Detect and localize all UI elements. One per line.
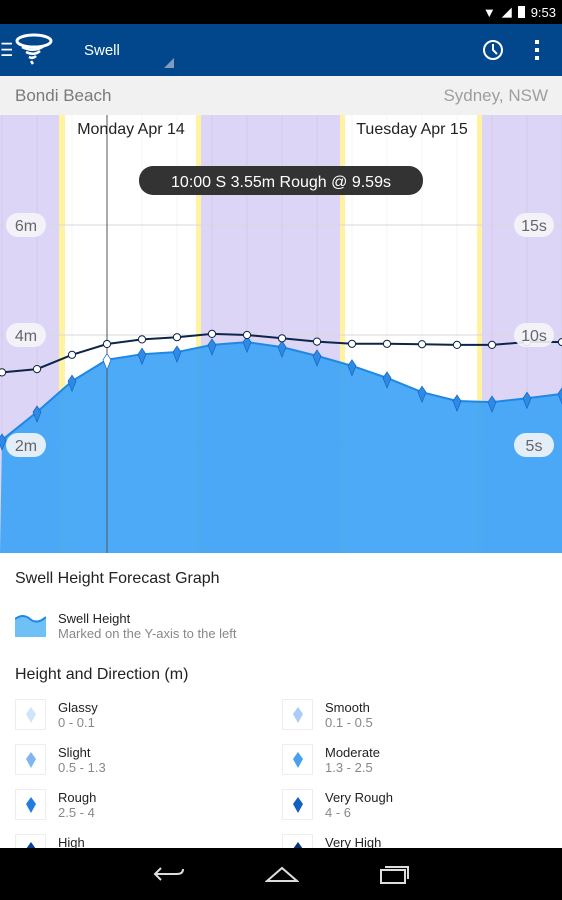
legend-item-range: 0 - 0.1 bbox=[58, 715, 95, 730]
legend-item-name: Smooth bbox=[325, 700, 370, 715]
period-point bbox=[452, 340, 462, 349]
period-point bbox=[32, 365, 42, 374]
day-label: Tuesday Apr 15 bbox=[356, 121, 468, 138]
tooltip-text: 10:00 S 3.55m Rough @ 9.59s bbox=[171, 174, 391, 191]
legend-item: Smooth 0.1 - 0.5 bbox=[282, 699, 373, 730]
legend-item: Glassy 0 - 0.1 bbox=[15, 699, 98, 730]
direction-marker-icon bbox=[15, 834, 46, 848]
period-point bbox=[207, 329, 217, 338]
swell-height-legend: Swell Height Marked on the Y-axis to the … bbox=[15, 611, 237, 641]
overflow-menu-icon[interactable] bbox=[534, 39, 540, 61]
direction-marker-icon bbox=[282, 744, 313, 775]
menu-icon[interactable]: ☰ bbox=[0, 40, 12, 61]
swell-height-label: Swell Height bbox=[58, 611, 131, 626]
legend-item-name: High bbox=[58, 835, 85, 848]
legend-item-range: 0.1 - 0.5 bbox=[325, 715, 373, 730]
region-name: Sydney, NSW bbox=[443, 85, 548, 105]
swell-area-icon bbox=[15, 615, 46, 637]
legend-item-range: 0.5 - 1.3 bbox=[58, 760, 106, 775]
legend-item: Moderate 1.3 - 2.5 bbox=[282, 744, 380, 775]
right-axis-tick: 15s bbox=[521, 218, 547, 235]
period-point bbox=[67, 350, 77, 359]
period-point bbox=[172, 333, 182, 342]
direction-marker-icon bbox=[282, 699, 313, 730]
view-selector[interactable]: Swell bbox=[84, 42, 120, 59]
height-direction-title: Height and Direction (m) bbox=[15, 666, 189, 683]
legend-item: High bbox=[15, 834, 85, 848]
legend-item-name: Very Rough bbox=[325, 790, 393, 805]
legend-item: Slight 0.5 - 1.3 bbox=[15, 744, 106, 775]
status-bar: ▼ ◢ 9:53 bbox=[0, 0, 562, 24]
legend-item-name: Very High bbox=[325, 835, 382, 848]
back-icon[interactable] bbox=[153, 865, 185, 883]
period-point bbox=[487, 340, 497, 349]
clock-icon[interactable] bbox=[482, 39, 504, 61]
legend-title: Swell Height Forecast Graph bbox=[15, 570, 220, 587]
left-axis-tick: 2m bbox=[15, 438, 37, 455]
direction-marker-icon bbox=[15, 744, 46, 775]
beach-name: Bondi Beach bbox=[15, 85, 112, 105]
legend-item: Rough 2.5 - 4 bbox=[15, 789, 96, 820]
wifi-icon: ▼ bbox=[482, 4, 496, 20]
app-bar: ☰ Swell bbox=[0, 24, 562, 76]
legend-item-name: Rough bbox=[58, 790, 97, 805]
period-point bbox=[0, 368, 7, 377]
period-point bbox=[382, 339, 392, 348]
direction-marker-icon bbox=[282, 789, 313, 820]
period-point bbox=[557, 337, 562, 347]
right-axis-tick: 10s bbox=[521, 328, 547, 345]
direction-marker-icon bbox=[282, 834, 313, 848]
legend-item-range: 1.3 - 2.5 bbox=[325, 760, 373, 775]
day-label: Monday Apr 14 bbox=[77, 121, 185, 138]
legend-item: Very High bbox=[282, 834, 381, 848]
app-logo-icon[interactable] bbox=[14, 33, 54, 67]
period-point bbox=[277, 334, 287, 343]
left-axis-tick: 4m bbox=[15, 328, 37, 345]
navigation-bar bbox=[0, 848, 562, 900]
swell-height-desc: Marked on the Y-axis to the left bbox=[58, 626, 237, 641]
signal-icon: ◢ bbox=[501, 4, 512, 19]
period-point bbox=[347, 339, 357, 348]
location-bar: Bondi Beach Sydney, NSW bbox=[0, 76, 562, 115]
legend-item-range: 2.5 - 4 bbox=[58, 805, 95, 820]
right-axis-tick: 5s bbox=[526, 438, 543, 455]
period-point bbox=[242, 330, 252, 340]
left-axis-tick: 6m bbox=[15, 218, 37, 235]
direction-marker-icon bbox=[15, 789, 46, 820]
home-icon[interactable] bbox=[265, 865, 299, 883]
swell-chart[interactable]: 2m 4m 6m 5s 10s 15s Monday Apr 14 Tuesday Apr 1… bbox=[0, 115, 562, 553]
legend-item-name: Slight bbox=[58, 745, 91, 760]
legend-item-name: Moderate bbox=[325, 745, 380, 760]
legend-item-name: Glassy bbox=[58, 700, 98, 715]
recents-icon[interactable] bbox=[379, 863, 409, 885]
period-point bbox=[417, 340, 427, 349]
period-point bbox=[312, 337, 322, 346]
direction-marker-icon bbox=[15, 699, 46, 730]
legend-item: Very Rough 4 - 6 bbox=[282, 789, 393, 820]
dropdown-indicator-icon[interactable] bbox=[164, 58, 174, 68]
clock-time: 9:53 bbox=[530, 4, 556, 20]
legend-panel: Swell Height Forecast Graph Swell Height… bbox=[0, 553, 562, 848]
legend-item-range: 4 - 6 bbox=[325, 805, 352, 820]
period-point bbox=[102, 339, 112, 349]
period-point bbox=[137, 335, 147, 344]
battery-icon bbox=[517, 6, 525, 18]
